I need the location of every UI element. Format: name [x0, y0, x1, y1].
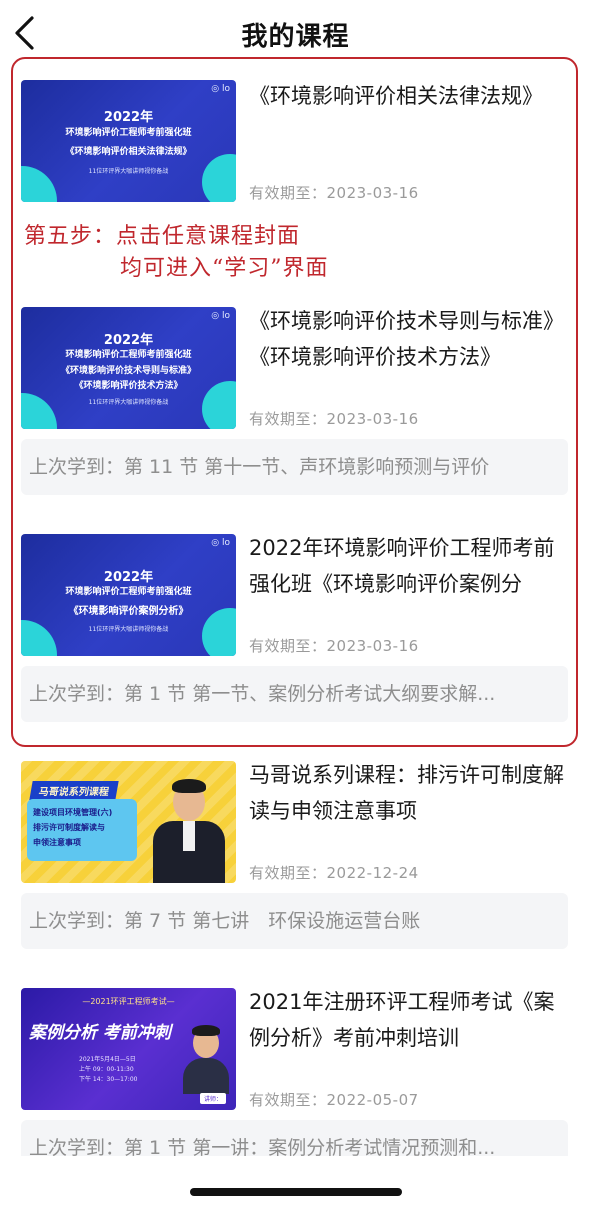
annotation-line-2: 均可进入“学习”界面 [120, 256, 329, 281]
course-expiry: 有效期至：2022-12-24 [249, 864, 419, 882]
last-learned[interactable]: 上次学到：第 1 节 第一讲：案例分析考试情况预测和... [21, 1120, 568, 1156]
course-cover[interactable]: ◎ lo 2022年 环境影响评价工程师考前强化班 《环境影响评价相关法律法规》… [21, 80, 236, 202]
brand-logo-icon: ◎ lo [211, 538, 230, 548]
presenter-image [181, 1014, 231, 1094]
brand-logo-icon: ◎ lo [211, 84, 230, 94]
course-cover[interactable]: ◎ lo 2022年 环境影响评价工程师考前强化班 《环境影响评价技术导则与标准… [21, 307, 236, 429]
cover-time-1: 上午 09：00-11:30 [79, 1066, 134, 1073]
cover-year: 2022年 [103, 110, 154, 125]
presenter-image [149, 771, 229, 883]
cover-main-title: 《环境影响评价技术导则与标准》 [60, 366, 196, 376]
course-expiry: 有效期至：2023-03-16 [249, 637, 419, 655]
course-title[interactable]: 《环境影响评价技术导则与标准》《环境影响评价技术方法》 [249, 303, 574, 375]
cover-time-2: 下午 14：30—17:00 [79, 1076, 138, 1083]
cover-date: 2021年5月4日—5日 [79, 1056, 136, 1063]
cover-subtitle: 环境影响评价工程师考前强化班 [65, 587, 192, 597]
cover-line-3: 申领注意事项 [33, 838, 81, 847]
cover-main-title-2: 《环境影响评价技术方法》 [74, 381, 183, 391]
course-cover[interactable]: ◎ lo 2022年 环境影响评价工程师考前强化班 《环境影响评价案例分析》 1… [21, 534, 236, 656]
cover-subtitle: 环境影响评价工程师考前强化班 [65, 350, 192, 360]
course-title[interactable]: 2022年环境影响评价工程师考前强化班《环境影响评价案例分 [249, 530, 574, 602]
last-learned[interactable]: 上次学到：第 1 节 第一节、案例分析考试大纲要求解... [21, 666, 568, 722]
course-expiry: 有效期至：2023-03-16 [249, 410, 419, 428]
last-learned[interactable]: 上次学到：第 7 节 第七讲 环保设施运营台账 [21, 893, 568, 949]
cover-line-2: 排污许可制度解读与 [33, 823, 105, 832]
cover-main-title: 《环境影响评价案例分析》 [68, 606, 189, 617]
home-indicator[interactable] [190, 1188, 402, 1196]
cover-tag: 马哥说系列课程 [29, 781, 119, 800]
cover-year: 2022年 [103, 570, 154, 585]
cover-subtitle: 环境影响评价工程师考前强化班 [65, 128, 192, 138]
annotation-line-1: 第五步：点击任意课程封面 [24, 224, 301, 249]
last-learned[interactable]: 上次学到：第 11 节 第十一节、声环境影响预测与评价 [21, 439, 568, 495]
page-title: 我的课程 [241, 22, 350, 52]
cover-main-title: 《环境影响评价相关法律法规》 [65, 147, 192, 157]
brand-logo-icon: ◎ lo [211, 311, 230, 321]
cover-tagline: 11位环评界大咖讲师视你备战 [88, 399, 169, 406]
cover-top-text: —2021环评工程师考试— [82, 997, 175, 1006]
cover-main-title: 案例分析 考前冲刺 [29, 1023, 171, 1043]
course-title[interactable]: 《环境影响评价相关法律法规》 [249, 78, 574, 114]
course-cover[interactable]: —2021环评工程师考试— 案例分析 考前冲刺 2021年5月4日—5日 上午 … [21, 988, 236, 1110]
course-title[interactable]: 2021年注册环评工程师考试《案例分析》考前冲刺培训 [249, 984, 574, 1056]
cover-tagline: 11位环评界大咖讲师视你备战 [88, 168, 169, 175]
cover-tagline: 11位环评界大咖讲师视你备战 [88, 626, 169, 633]
course-title[interactable]: 马哥说系列课程：排污许可制度解读与申领注意事项 [249, 757, 574, 829]
course-expiry: 有效期至：2022-05-07 [249, 1091, 419, 1109]
course-expiry: 有效期至：2023-03-16 [249, 184, 419, 202]
cover-line-1: 建设项目环境管理(六) [33, 808, 113, 817]
cover-lecturer: 讲师： [199, 1093, 226, 1104]
cover-year: 2022年 [103, 333, 154, 348]
course-cover[interactable]: 马哥说系列课程 建设项目环境管理(六) 排污许可制度解读与 申领注意事项 [21, 761, 236, 883]
